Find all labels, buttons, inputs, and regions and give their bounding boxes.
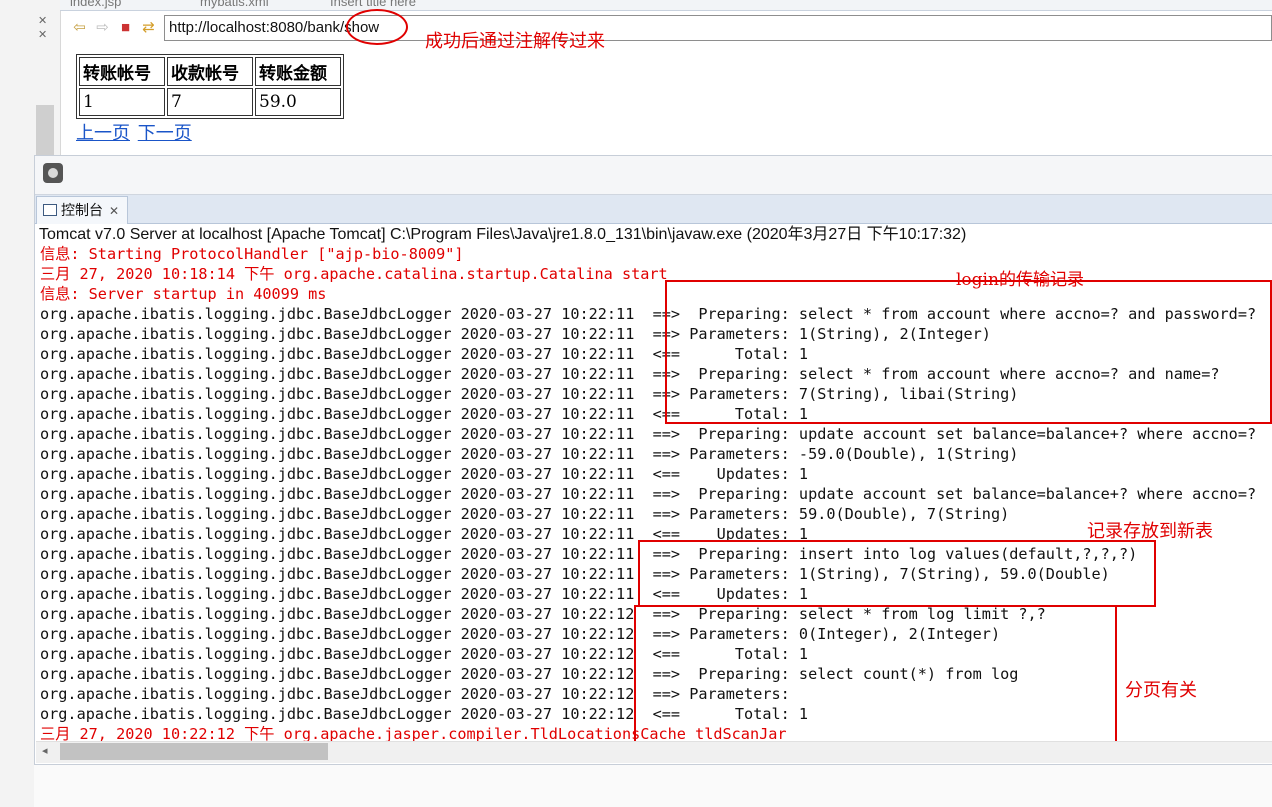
console-icon bbox=[43, 204, 57, 216]
console-panel-header bbox=[35, 156, 1272, 195]
console-line: org.apache.ibatis.logging.jdbc.BaseJdbcL… bbox=[40, 485, 1257, 503]
refresh-icon[interactable]: ⇄ bbox=[137, 17, 160, 39]
browser-nav-buttons: ⇦ ⇨ ■ ⇄ bbox=[68, 17, 160, 39]
editor-tab-strip: index.jsp mybatis.xml Insert title here bbox=[60, 0, 1272, 11]
url-input[interactable]: http://localhost:8080/bank/show bbox=[164, 15, 1272, 41]
table-header-row: 转账帐号 收款帐号 转账金额 bbox=[79, 57, 341, 86]
editor-tab-index[interactable]: index.jsp bbox=[70, 0, 121, 9]
console-line: 信息: Starting ProtocolHandler ["ajp-bio-8… bbox=[40, 245, 464, 263]
console-line: org.apache.ibatis.logging.jdbc.BaseJdbcL… bbox=[40, 425, 1257, 443]
new-table-annotation: 记录存放到新表 bbox=[1087, 521, 1213, 542]
debug-view-icon[interactable] bbox=[43, 163, 63, 183]
editor-tab-browser[interactable]: Insert title here bbox=[330, 0, 416, 9]
tab-console[interactable]: 控制台 ✕ bbox=[36, 196, 129, 224]
cell-amount: 59.0 bbox=[255, 88, 341, 116]
paging-highlight-box bbox=[634, 605, 1117, 743]
stop-icon[interactable]: ■ bbox=[114, 17, 137, 39]
bottom-strip bbox=[34, 765, 1272, 807]
next-page-link[interactable]: 下一页 bbox=[138, 123, 192, 144]
insert-highlight-box bbox=[638, 540, 1156, 607]
editor-tab-mybatis[interactable]: mybatis.xml bbox=[200, 0, 269, 9]
pager: 上一页 下一页 bbox=[76, 119, 194, 145]
forward-arrow-icon[interactable]: ⇨ bbox=[91, 17, 114, 39]
close-icon[interactable]: ✕ bbox=[109, 204, 119, 218]
cell-to-account: 7 bbox=[167, 88, 253, 116]
back-arrow-icon[interactable]: ⇦ bbox=[68, 17, 91, 39]
prev-page-link[interactable]: 上一页 bbox=[76, 123, 130, 144]
transfer-log-table: 转账帐号 收款帐号 转账金额 1 7 59.0 bbox=[76, 54, 344, 119]
paging-annotation: 分页有关 bbox=[1125, 680, 1197, 701]
console-line: org.apache.ibatis.logging.jdbc.BaseJdbcL… bbox=[40, 465, 809, 483]
login-highlight-box bbox=[665, 280, 1272, 424]
header-from-account: 转账帐号 bbox=[79, 57, 165, 86]
url-annotation: 成功后通过注解传过来 bbox=[425, 31, 605, 52]
gutter-close-icons[interactable]: ✕ ✕ bbox=[38, 14, 47, 42]
header-to-account: 收款帐号 bbox=[167, 57, 253, 86]
table-row: 1 7 59.0 bbox=[79, 88, 341, 116]
scroll-left-icon[interactable]: ◂ bbox=[42, 744, 48, 757]
console-tab-row bbox=[35, 195, 1272, 224]
url-highlight-circle bbox=[346, 9, 408, 45]
console-tab-label: 控制台 bbox=[61, 202, 103, 218]
console-line: org.apache.ibatis.logging.jdbc.BaseJdbcL… bbox=[40, 505, 1010, 523]
console-scroll-thumb[interactable] bbox=[60, 743, 328, 760]
console-line: org.apache.ibatis.logging.jdbc.BaseJdbcL… bbox=[40, 445, 1019, 463]
login-annotation: login的传输记录 bbox=[956, 270, 1084, 290]
header-amount: 转账金额 bbox=[255, 57, 341, 86]
cell-from-account: 1 bbox=[79, 88, 165, 116]
server-info-line: Tomcat v7.0 Server at localhost [Apache … bbox=[39, 226, 967, 243]
gutter-scroll-thumb[interactable] bbox=[36, 105, 54, 155]
